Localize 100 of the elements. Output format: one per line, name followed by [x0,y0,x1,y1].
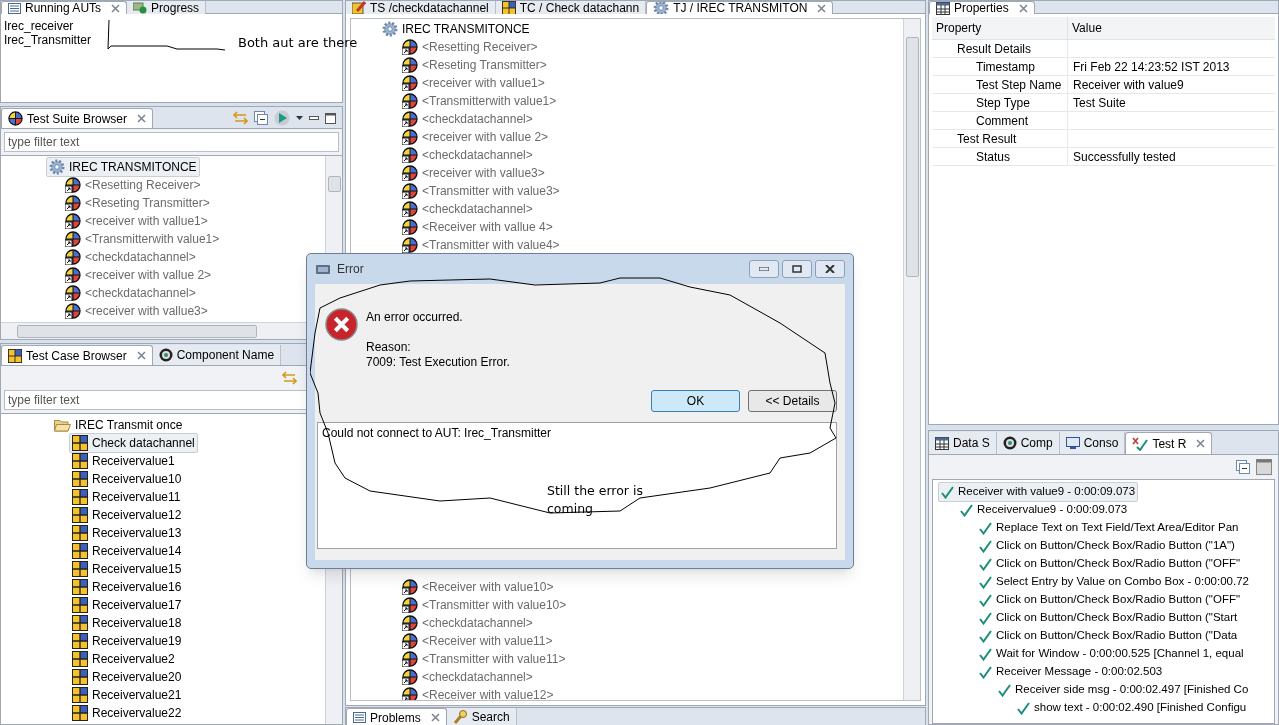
panel-tab[interactable]: TC / Check datachann [495,1,647,14]
tree-item[interactable]: Receivervalue20 [69,667,185,687]
tree-item[interactable]: Receivervalue15 [69,559,185,579]
panel-tab[interactable]: TJ / IREC TRANSMITON [646,1,834,14]
tree-item[interactable]: <Transmitter with value10> [399,595,570,615]
tree-item[interactable]: <checkdatachannel> [399,199,536,219]
tree-item[interactable]: <receiver with vallue1> [399,73,548,93]
tree-item[interactable]: Receivervalue19 [69,631,185,651]
tree-item[interactable]: Receivervalue22 [69,703,185,723]
tree-item[interactable]: <checkdatachannel> [62,283,199,303]
tree-item[interactable]: <receiver with vallue 2> [399,127,552,147]
filter-field[interactable]: type filter text [4,132,339,152]
panel-tab[interactable]: Search [446,708,517,725]
tree-item[interactable]: <Resetting Receiver> [62,175,204,195]
tree-item[interactable]: <Resetting Receiver> [399,37,541,57]
panel-tab[interactable]: Comp [996,432,1060,454]
tree-item[interactable]: Receiver with value9 - 0:00:09.073 [938,482,1139,502]
column-header[interactable]: Value [1068,17,1275,39]
panel-tab[interactable]: Progress [127,1,207,14]
close-icon[interactable] [817,3,827,13]
tree-item[interactable]: IREC TRANSMITONCE [46,157,200,177]
close-icon[interactable] [136,351,146,360]
vertical-scrollbar[interactable] [903,19,920,700]
maximize-button[interactable] [782,260,812,278]
dialog-button[interactable]: OK [651,390,740,412]
tree-item[interactable]: <Receiver with value12> [399,685,557,700]
tree-item[interactable]: Click on Button/Check Box/Radio Button ("1A") [976,536,1238,556]
tree-item[interactable]: Receiver side msg - 0:00:02.497 [Finished Co [995,680,1252,700]
panel-tab[interactable]: Conso [1059,432,1126,454]
tree-item[interactable]: <Receiver with value10> [399,577,557,597]
tree-item[interactable]: Receivervalue10 [69,469,185,489]
tree-item[interactable]: Receivervalue21 [69,685,185,705]
tree-item[interactable]: Receivervalue16 [69,577,185,597]
tree-item[interactable]: Receivervalue17 [69,595,185,615]
tree-item[interactable]: <checkdatachannel> [399,613,536,633]
close-icon[interactable] [1196,439,1206,448]
tree-item[interactable]: <Receiver with value11> [399,631,556,651]
minimize-button[interactable] [749,260,779,278]
tree-item[interactable]: Receivervalue9 - 0:00:09.073 [957,500,1131,520]
panel-tab[interactable]: Properties [929,1,1035,14]
tree-item[interactable]: Replace Text on Text Field/Text Area/Editor Pan [976,518,1242,538]
tree-item[interactable]: Receivervalue12 [69,505,185,525]
column-header[interactable]: Property [932,17,1068,39]
tree-item[interactable]: <Receiver with vallue 4> [399,217,556,237]
tree-item[interactable]: Receivervalue2 [69,649,178,669]
tree-item[interactable]: Receivervalue1 [69,451,178,471]
tree-item[interactable]: Receivervalue13 [69,523,185,543]
close-icon[interactable] [111,3,121,13]
tree-item[interactable]: <receiver with vallue1> [62,211,211,231]
tree-item[interactable]: <Transmitter with value11> [399,649,569,669]
tree-item[interactable]: <Reseting Transmitter> [399,55,550,75]
tree-item[interactable]: Receivervalue11 [69,487,184,507]
panel-tab[interactable]: TS /checkdatachannel [346,1,496,14]
tree-item[interactable]: Wait for Window - 0:00:00.525 [Channel 1, equal [976,644,1247,664]
tree-item[interactable]: Receivervalue14 [69,541,185,561]
close-icon[interactable] [1018,3,1028,13]
panel-tab[interactable]: Test Suite Browser [1,108,154,128]
tree-item[interactable]: Receiver Message - 0:00:02.503 [976,662,1166,682]
tree-item[interactable]: IREC TRANSMITONCE [379,19,533,39]
play-icon[interactable] [274,110,290,126]
tree-item[interactable]: <checkdatachannel> [399,145,536,165]
tree-item[interactable]: Select Entry by Value on Combo Box - 0:00:00.72 [976,572,1252,592]
collapse-all-icon[interactable] [254,111,268,125]
tree-item[interactable]: <Transmitterwith value1> [62,229,223,249]
panel-tab[interactable]: Test R [1125,432,1213,454]
tree-item[interactable]: <checkdatachannel> [399,667,536,687]
panel-tab[interactable]: Component Name [152,345,282,365]
minimize-icon[interactable] [309,115,319,121]
tree-item[interactable]: <receiver with vallue 2> [62,265,215,285]
tree-item[interactable]: <Transmitter with value4> [399,235,563,255]
panel-tab[interactable]: Test Case Browser [1,345,153,365]
maximize-icon[interactable] [325,112,336,124]
dropdown-icon[interactable] [296,116,303,120]
collapse-all-icon[interactable] [1236,460,1250,474]
dialog-button[interactable]: << Details [748,390,837,412]
tree-item[interactable]: <receiver with vallue3> [399,163,548,183]
tree-item[interactable]: Check datachannel [69,433,198,453]
swap-arrows-icon[interactable] [233,111,248,125]
close-icon[interactable] [430,713,440,722]
tree-item[interactable]: Click on Button/Check Box/Radio Button ("OFF" [976,554,1243,574]
tree-item[interactable]: <Reseting Transmitter> [62,193,213,213]
tree-item[interactable]: <checkdatachannel> [62,247,199,267]
window-icon[interactable] [1256,459,1272,475]
tree-item[interactable]: Click on Button/Check Box/Radio Button ("Start [976,608,1241,628]
tree-item[interactable]: Click on Button/Check Box/Radio Button ("Data [976,626,1241,646]
close-button[interactable] [815,260,845,278]
tree-item[interactable]: <Transmitter with value3> [399,181,563,201]
tree-item[interactable]: IREC Transmit once [51,415,186,435]
panel-tab[interactable]: Problems [346,708,447,725]
panel-tab[interactable]: Running AUTs [1,1,128,14]
aut-item[interactable]: Irec_receiver [4,19,74,33]
panel-tab[interactable]: Data S [929,432,997,454]
close-icon[interactable] [137,114,147,123]
swap-arrows-icon[interactable] [282,371,297,385]
tree-item[interactable]: <receiver with vallue3> [62,301,211,321]
tree-item[interactable]: Receivervalue18 [69,613,185,633]
tree-item[interactable]: show text - 0:00:02.490 [Finished Configu [1014,698,1250,718]
tree-item[interactable]: <Transmitterwith value1> [399,91,560,111]
tree-item[interactable]: Click on Button/Check Box/Radio Button ("OFF" [976,590,1243,610]
aut-item[interactable]: Irec_Transmitter [4,33,91,47]
